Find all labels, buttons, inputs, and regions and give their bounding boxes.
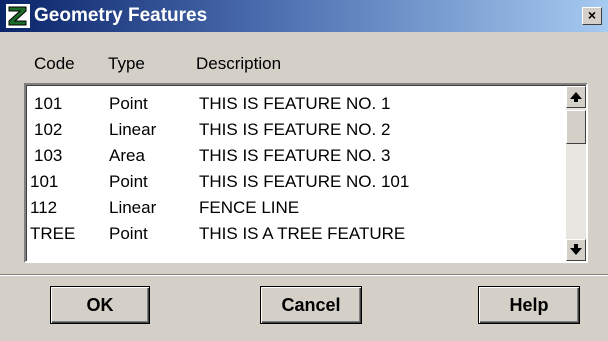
vertical-scrollbar[interactable]	[566, 86, 586, 261]
item-description: THIS IS FEATURE NO. 101	[199, 172, 410, 191]
help-button[interactable]: Help	[478, 286, 580, 324]
scroll-down-button[interactable]	[566, 239, 586, 261]
app-logo-icon	[6, 4, 30, 28]
scroll-thumb[interactable]	[566, 110, 586, 144]
scroll-up-button[interactable]	[566, 86, 586, 108]
list-item[interactable]: 101 Point THIS IS FEATURE NO. 101	[27, 169, 563, 195]
item-code: 103	[34, 146, 63, 165]
item-code: 102	[34, 120, 63, 139]
list-item[interactable]: TREE Point THIS IS A TREE FEATURE	[27, 221, 563, 247]
column-header-description: Description	[196, 54, 282, 73]
separator-line	[0, 274, 608, 276]
item-code: 112	[30, 198, 58, 217]
item-description: THIS IS FEATURE NO. 1	[199, 94, 391, 113]
list-item[interactable]: 102 Linear THIS IS FEATURE NO. 2	[27, 117, 563, 143]
features-listbox[interactable]: 101 Point THIS IS FEATURE NO. 1 102 Line…	[24, 83, 588, 263]
column-header-code: Code	[34, 54, 75, 73]
window-title: Geometry Features	[34, 5, 208, 26]
item-type: Linear	[109, 198, 157, 217]
arrow-up-icon	[570, 92, 582, 102]
item-type: Area	[109, 146, 145, 165]
list-item[interactable]: 101 Point THIS IS FEATURE NO. 1	[27, 91, 563, 117]
geometry-features-dialog: Geometry Features × Code Type Descriptio…	[0, 0, 608, 341]
item-code: 101	[30, 172, 59, 191]
column-header-type: Type	[108, 54, 145, 73]
list-item[interactable]: 112 Linear FENCE LINE	[27, 195, 563, 221]
item-type: Point	[109, 94, 148, 113]
item-code: 101	[34, 94, 63, 113]
item-type: Point	[109, 172, 148, 191]
item-type: Point	[109, 224, 148, 243]
item-code: TREE	[30, 224, 76, 243]
arrow-down-icon	[570, 244, 582, 255]
item-description: THIS IS A TREE FEATURE	[199, 224, 406, 243]
item-description: THIS IS FEATURE NO. 2	[199, 120, 391, 139]
item-description: THIS IS FEATURE NO. 3	[199, 146, 391, 165]
close-button[interactable]: ×	[582, 7, 602, 25]
title-bar[interactable]: Geometry Features ×	[0, 0, 608, 32]
listbox-content: 101 Point THIS IS FEATURE NO. 1 102 Line…	[26, 85, 586, 261]
ok-button[interactable]: OK	[50, 286, 150, 324]
item-description: FENCE LINE	[199, 198, 300, 217]
item-type: Linear	[109, 120, 157, 139]
cancel-button[interactable]: Cancel	[260, 286, 362, 324]
list-item[interactable]: 103 Area THIS IS FEATURE NO. 3	[27, 143, 563, 169]
